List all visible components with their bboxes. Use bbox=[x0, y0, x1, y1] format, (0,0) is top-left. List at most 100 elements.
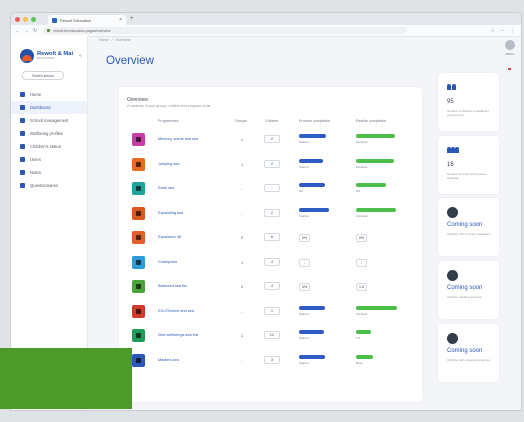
results-completion-label: 1.5 bbox=[356, 336, 361, 340]
results-completion-bar bbox=[356, 330, 371, 334]
sidebar-item-dashboard[interactable]: Dashboard bbox=[11, 101, 87, 114]
browser-menu-icon[interactable]: ⋮ bbox=[510, 28, 515, 34]
sidebar-item-home[interactable]: Home bbox=[11, 88, 87, 101]
table-row[interactable]: Earth sea - - 0% 0% bbox=[119, 179, 422, 202]
programme-icon bbox=[132, 182, 145, 195]
new-tab-button[interactable]: + bbox=[130, 16, 134, 22]
programme-name-link[interactable]: New wellbeings sea tria bbox=[158, 333, 198, 337]
programme-name-link[interactable]: Memory, words and sea bbox=[158, 137, 198, 141]
children-count[interactable]: 12 bbox=[264, 331, 280, 339]
coming-soon-card-3: Coming soon Children with expected progr… bbox=[438, 324, 499, 382]
sidebar-item-icon bbox=[20, 183, 25, 188]
close-tab-icon[interactable]: × bbox=[119, 17, 122, 23]
table-row[interactable]: Champions 1 4 - - bbox=[119, 253, 422, 276]
groups-count: 1 bbox=[240, 161, 244, 167]
table-row[interactable]: Expanding sea - 2 Started Finished bbox=[119, 204, 422, 227]
children-count[interactable]: 4 bbox=[264, 282, 280, 290]
column-header-results[interactable]: Results completion bbox=[356, 119, 386, 123]
scroll-ruler-tick: 800 bbox=[519, 373, 521, 377]
menu-label: MENU bbox=[505, 52, 515, 56]
avatar[interactable] bbox=[505, 40, 515, 50]
programme-name-link[interactable]: EXCITement and sea bbox=[158, 309, 194, 313]
programme-name-link[interactable]: Expanding sea bbox=[158, 211, 183, 215]
table-row[interactable]: Memory, words and sea 1 2 Started Finished bbox=[119, 130, 422, 153]
programme-name-link[interactable]: Jumping sea bbox=[158, 162, 180, 166]
programme-name-link[interactable]: Earth sea bbox=[158, 186, 174, 190]
browser-tab[interactable]: Rewolt Education × bbox=[48, 15, 126, 25]
results-completion-cell: 0% bbox=[356, 183, 399, 193]
forward-arrow-icon[interactable]: → bbox=[24, 28, 29, 34]
programme-icon bbox=[132, 231, 145, 244]
children-count[interactable]: 1 bbox=[264, 306, 280, 315]
results-completion-value: - bbox=[356, 258, 367, 267]
column-header-children[interactable]: Children bbox=[265, 119, 278, 123]
sidebar-item-icon bbox=[20, 131, 25, 136]
brand-logo[interactable]: Rewolt & Mai EDUCATION bbox=[20, 47, 76, 65]
column-header-process[interactable]: Process completion bbox=[299, 119, 330, 123]
coming-soon-label-2: Coming soon bbox=[447, 285, 483, 291]
attention-icon bbox=[447, 270, 458, 281]
breadcrumb-home[interactable]: Home bbox=[99, 38, 109, 42]
coming-soon-label-3: Coming soon bbox=[447, 348, 483, 354]
children-count[interactable]: 2 bbox=[264, 208, 280, 217]
minimize-window-button[interactable] bbox=[23, 16, 28, 22]
children-count[interactable]: 4 bbox=[264, 257, 280, 266]
switch-school-button[interactable]: Switch school bbox=[22, 71, 64, 80]
children-count[interactable]: 3 bbox=[264, 355, 280, 364]
table-row[interactable]: Balanced sea fun 2 4 3% 1.5 bbox=[119, 277, 422, 300]
programme-icon bbox=[132, 206, 145, 220]
programme-icon bbox=[132, 280, 145, 293]
column-header-groups[interactable]: Groups bbox=[235, 119, 247, 123]
groups-count: - bbox=[241, 210, 243, 216]
results-completion-cell: Finished bbox=[356, 207, 399, 218]
sidebar-item-users[interactable]: Users bbox=[11, 153, 87, 166]
scroll-ruler-tick: 500 bbox=[519, 383, 521, 387]
bookmark-star-icon[interactable]: ☆ bbox=[491, 28, 495, 34]
table-row[interactable]: Expansion 48 2 6 0% 0% bbox=[119, 228, 422, 251]
table-row[interactable]: New wellbeings sea tria 1 12 Started 1.5 bbox=[119, 326, 422, 349]
results-completion-cell: Finished bbox=[356, 134, 399, 144]
reload-icon[interactable]: ↻ bbox=[33, 28, 37, 34]
browser-tools: ☆ ⋯ ⋮ bbox=[491, 28, 515, 34]
sidebar-item-questionnaires[interactable]: Questionnaires bbox=[11, 179, 87, 192]
extensions-icon[interactable]: ⋯ bbox=[500, 28, 505, 34]
table-row[interactable]: EXCITement and sea - 1 Started Finished bbox=[119, 302, 422, 325]
sidebar-nav: Home Dashboard School management Wellbeing … bbox=[11, 88, 87, 192]
programme-name-link[interactable]: Champions bbox=[158, 260, 177, 264]
maximize-window-button[interactable] bbox=[31, 16, 36, 22]
progress-icon bbox=[447, 333, 458, 344]
process-completion-cell: Started bbox=[299, 207, 342, 218]
sidebar-item-icon bbox=[20, 170, 25, 175]
stat-card-children: 95 Number of children in wellbeing progr… bbox=[438, 73, 499, 131]
sidebar-item-children-s-status[interactable]: Children's status bbox=[11, 140, 87, 153]
results-completion-bar bbox=[356, 207, 396, 212]
side-scroll-ruler[interactable]: 200 800 500 100 0 bbox=[519, 363, 521, 410]
url-field[interactable]: rewolt-hn-education.pages/overview bbox=[43, 27, 408, 34]
tab-title: Rewolt Education bbox=[60, 17, 92, 23]
table-row[interactable]: Jumping sea 1 2 Started Finished bbox=[119, 155, 422, 178]
sidebar-item-label: Wellbeing profiles bbox=[30, 131, 63, 136]
process-completion-cell: 3% bbox=[299, 281, 342, 291]
process-completion-value: 3% bbox=[299, 283, 310, 291]
close-window-button[interactable] bbox=[15, 16, 20, 22]
scroll-ruler-tick: 200 bbox=[519, 363, 521, 367]
results-completion-cell: Busy bbox=[356, 354, 399, 365]
sidebar-item-icon bbox=[20, 157, 25, 162]
column-header-programmes[interactable]: Programmes bbox=[158, 119, 179, 123]
stat-desc-children: Number of children in wellbeing programm… bbox=[447, 109, 489, 118]
groups-count: - bbox=[241, 357, 243, 363]
user-menu[interactable]: MENU bbox=[503, 40, 517, 56]
coming-soon-desc-2: Children needing attention bbox=[447, 295, 483, 299]
overview-card-subtitle: A summary of your groups, children and p… bbox=[127, 104, 211, 108]
children-count[interactable]: 6 bbox=[264, 233, 280, 241]
programme-name-link[interactable]: Balanced sea fun bbox=[158, 284, 187, 288]
collapse-sidebar-icon[interactable]: « bbox=[79, 53, 82, 59]
children-count[interactable]: 2 bbox=[264, 135, 280, 143]
children-count[interactable]: 2 bbox=[264, 159, 280, 168]
sidebar-item-wellbeing-profiles[interactable]: Wellbeing profiles bbox=[11, 127, 87, 140]
back-arrow-icon[interactable]: ← bbox=[15, 28, 20, 34]
programme-name-link[interactable]: Expansion 48 bbox=[158, 235, 181, 239]
children-count[interactable]: - bbox=[264, 184, 280, 192]
sidebar-item-notes[interactable]: Notes bbox=[11, 166, 87, 179]
sidebar-item-school-management[interactable]: School management bbox=[11, 114, 87, 127]
